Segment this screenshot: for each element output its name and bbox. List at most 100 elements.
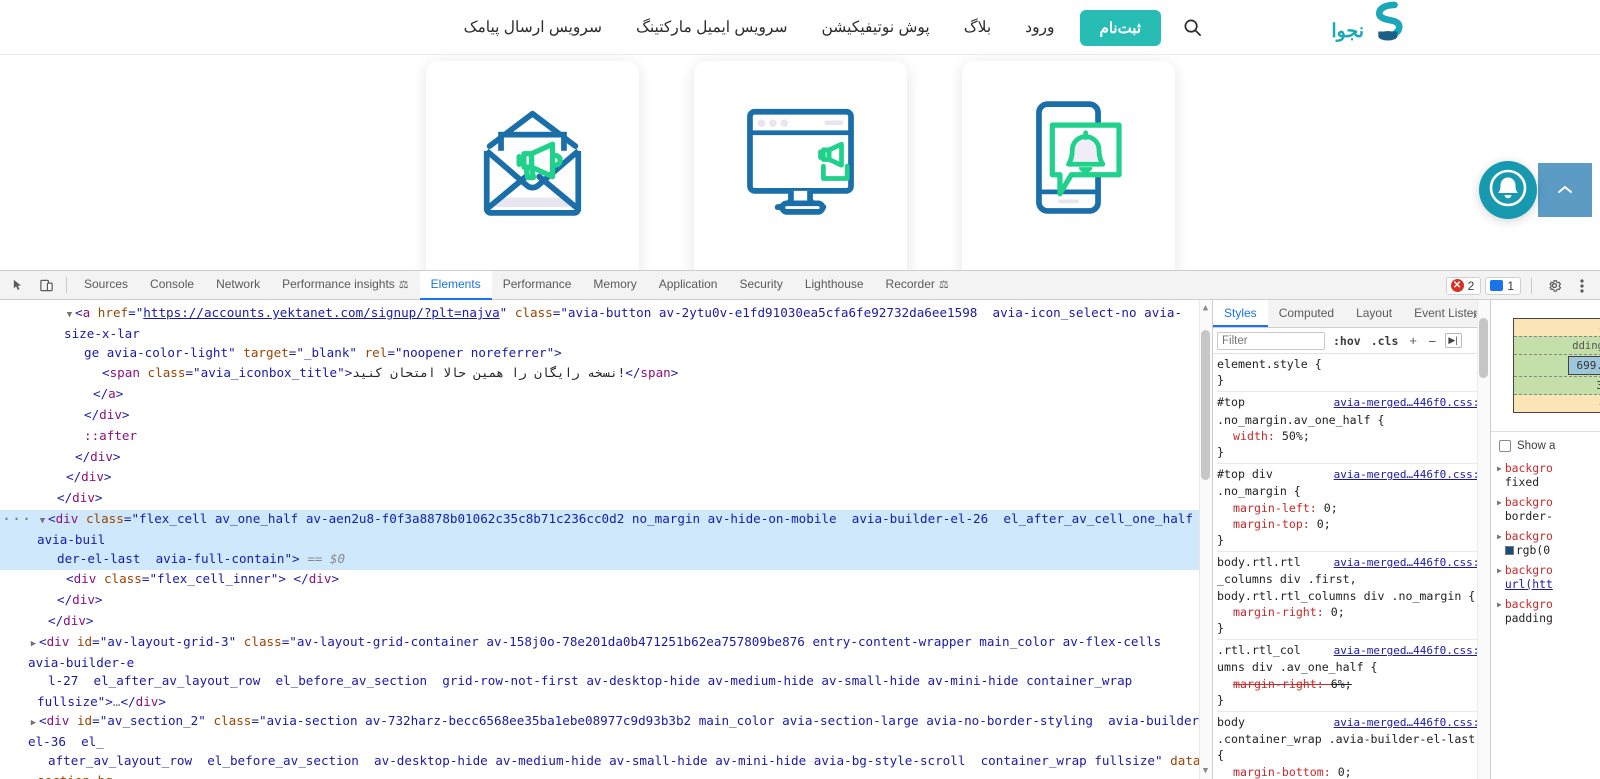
dom-node[interactable]: </div> bbox=[0, 591, 1212, 612]
style-rule-selector[interactable]: body bbox=[1217, 714, 1245, 730]
dom-tree-pane[interactable]: ▼ <a href="https://accounts.yektanet.com/… bbox=[0, 300, 1212, 779]
dom-node[interactable]: <div class="flex_cell_inner"> </div> bbox=[0, 570, 1212, 591]
gear-icon[interactable] bbox=[1542, 274, 1566, 298]
tab-elements[interactable]: Elements bbox=[419, 270, 492, 300]
computed-property[interactable]: ▶ backgro border- bbox=[1491, 492, 1600, 526]
feature-card-mobile-push[interactable] bbox=[961, 61, 1175, 270]
nav-item-push-notification[interactable]: پوش نوتیفیکیشن bbox=[804, 0, 946, 55]
scroll-up-arrow[interactable]: ▲ bbox=[1201, 302, 1210, 314]
plus-icon[interactable]: + bbox=[1406, 333, 1420, 348]
kebab-menu-icon[interactable] bbox=[1570, 274, 1594, 298]
tab-console[interactable]: Console bbox=[139, 271, 205, 300]
tab-network[interactable]: Network bbox=[205, 271, 271, 300]
style-property-name[interactable]: margin-top: bbox=[1233, 517, 1317, 531]
cls-toggle[interactable]: .cls bbox=[1369, 334, 1401, 348]
style-property-name[interactable]: margin-right: bbox=[1233, 605, 1331, 619]
style-rule[interactable]: element.style {} bbox=[1217, 354, 1490, 393]
style-rule[interactable]: body.rtl.rtl avia-merged…446f0.css:1 _colu… bbox=[1217, 552, 1490, 641]
tab-security[interactable]: Security bbox=[728, 271, 793, 300]
color-swatch-icon[interactable] bbox=[1504, 546, 1514, 555]
style-rule-source[interactable]: avia-merged…446f0.css:1 bbox=[1334, 715, 1486, 731]
style-property-value[interactable]: 0; bbox=[1324, 501, 1338, 515]
style-rule-selector[interactable]: .rtl.rtl_col bbox=[1217, 642, 1301, 658]
style-rule[interactable]: #top div avia-merged…446f0.css:1 .no_margi… bbox=[1217, 464, 1490, 553]
tab-performance[interactable]: Performance bbox=[492, 271, 583, 300]
style-declaration[interactable]: margin-top: 0; bbox=[1217, 516, 1490, 532]
dom-node[interactable]: ge avia-color-light" target="_blank" rel… bbox=[0, 344, 1212, 365]
style-property-value[interactable]: 0; bbox=[1338, 765, 1352, 779]
style-declaration[interactable]: margin-right: 0; bbox=[1217, 604, 1490, 620]
dom-node[interactable]: </div> bbox=[0, 468, 1212, 489]
tab-computed[interactable]: Computed bbox=[1268, 300, 1345, 327]
nav-item-email-marketing[interactable]: سرویس ایمیل مارکتینگ bbox=[619, 0, 805, 55]
style-property-value[interactable]: 50%; bbox=[1282, 429, 1310, 443]
twisty-collapsed-icon[interactable]: ▶ bbox=[28, 714, 39, 733]
dom-node[interactable]: </a> bbox=[0, 385, 1212, 406]
style-property-name[interactable]: margin-bottom: bbox=[1233, 765, 1338, 779]
inspect-element-icon[interactable] bbox=[4, 272, 32, 298]
scroll-to-top-button[interactable] bbox=[1538, 163, 1592, 217]
computed-property[interactable]: ▶ backgro url(htt bbox=[1491, 560, 1600, 594]
print-style-icon[interactable]: ⎯ bbox=[1426, 333, 1439, 349]
nav-item-login[interactable]: ورود bbox=[1008, 0, 1071, 55]
notification-bell-button[interactable] bbox=[1479, 161, 1537, 219]
twisty-collapsed-icon[interactable]: ▶ bbox=[1497, 597, 1502, 609]
style-rule[interactable]: .rtl.rtl_col avia-merged…446f0.css:1 umns … bbox=[1217, 640, 1490, 713]
tab-recorder[interactable]: Recorder ⚖ bbox=[875, 271, 960, 300]
tab-application[interactable]: Application bbox=[648, 271, 729, 300]
style-rule-selector[interactable]: #top bbox=[1217, 394, 1245, 410]
site-logo[interactable]: نجوا bbox=[1331, 1, 1404, 48]
style-declaration[interactable]: margin-right: 6%; bbox=[1217, 676, 1490, 692]
style-rule-selector[interactable]: body.rtl.rtl bbox=[1217, 554, 1301, 570]
dom-node-selected[interactable]: der-el-last avia-full-contain"> == $0 bbox=[0, 549, 1212, 571]
dom-node[interactable]: </div> bbox=[0, 612, 1212, 633]
dom-node[interactable]: ▶ <div id="av-layout-grid-3" class="av-la… bbox=[0, 633, 1212, 673]
dom-tree-scrollbar[interactable]: ▲ ▼ bbox=[1199, 300, 1212, 779]
message-count-badge[interactable]: 1 bbox=[1485, 276, 1521, 295]
scroll-down-arrow[interactable]: ▼ bbox=[1201, 765, 1210, 777]
computed-property[interactable]: ▶ backgro padding bbox=[1491, 594, 1600, 628]
dom-node[interactable]: l-27 el_after_av_layout_row el_before_av… bbox=[0, 672, 1212, 712]
style-rule-selector[interactable]: element.style { bbox=[1217, 356, 1322, 372]
styles-scrollbar[interactable] bbox=[1477, 300, 1490, 779]
tab-lighthouse[interactable]: Lighthouse bbox=[794, 271, 875, 300]
twisty-collapsed-icon[interactable]: ▶ bbox=[1497, 495, 1502, 507]
style-property-name[interactable]: width: bbox=[1233, 429, 1282, 443]
style-property-name[interactable]: margin-left: bbox=[1233, 501, 1324, 515]
style-property-value[interactable]: 0; bbox=[1331, 605, 1345, 619]
styles-filter-input[interactable] bbox=[1217, 331, 1325, 350]
tab-styles[interactable]: Styles bbox=[1213, 300, 1268, 327]
dom-node[interactable]: <span class="avia_iconbox_title">نسخه را… bbox=[0, 364, 1212, 385]
dom-node[interactable]: ▶ <div id="av_section_2" class="avia-sect… bbox=[0, 712, 1212, 752]
style-declaration[interactable]: width: 50%; bbox=[1217, 428, 1490, 444]
twisty-collapsed-icon[interactable]: ▶ bbox=[28, 635, 39, 654]
nav-item-sms-service[interactable]: سرویس ارسال پیامک bbox=[447, 0, 619, 55]
device-toolbar-icon[interactable] bbox=[32, 272, 60, 298]
hov-toggle[interactable]: :hov bbox=[1331, 334, 1363, 348]
style-rule-source[interactable]: avia-merged…446f0.css:1 bbox=[1334, 555, 1486, 571]
style-property-value[interactable]: 0; bbox=[1317, 517, 1331, 531]
style-property-name[interactable]: margin-right: bbox=[1233, 677, 1331, 691]
style-declaration[interactable]: margin-left: 0; bbox=[1217, 500, 1490, 516]
search-icon[interactable] bbox=[1177, 13, 1207, 43]
feature-card-web-push[interactable] bbox=[693, 61, 907, 270]
show-all-checkbox-row[interactable]: Show a bbox=[1491, 432, 1600, 458]
feature-card-sms[interactable] bbox=[425, 61, 639, 270]
dom-token-link[interactable]: https://accounts.yektanet.com/signup/?pl… bbox=[143, 305, 499, 320]
tab-performance-insights[interactable]: Performance insights ⚖ bbox=[271, 271, 420, 300]
dom-node[interactable]: </div> bbox=[0, 448, 1212, 469]
dom-node[interactable]: after_av_layout_row el_before_av_section… bbox=[0, 752, 1212, 779]
style-rule-selector[interactable]: #top div bbox=[1217, 466, 1273, 482]
dom-node[interactable]: ▼ <a href="https://accounts.yektanet.com/… bbox=[0, 304, 1212, 344]
style-rule[interactable]: #top avia-merged…446f0.css:1 .no_margin.av… bbox=[1217, 392, 1490, 465]
twisty-collapsed-icon[interactable]: ▶ bbox=[1497, 461, 1502, 473]
twisty-collapsed-icon[interactable]: ▶ bbox=[1497, 563, 1502, 575]
signup-button[interactable]: ثبت‌نام bbox=[1079, 9, 1161, 46]
style-property-value[interactable]: 6%; bbox=[1331, 677, 1352, 691]
show-all-checkbox[interactable] bbox=[1499, 440, 1511, 452]
styles-scroll-thumb[interactable] bbox=[1479, 318, 1488, 378]
error-count-badge[interactable]: ✕ 2 bbox=[1445, 276, 1482, 295]
twisty-expanded-icon[interactable]: ▼ bbox=[64, 306, 75, 325]
twisty-expanded-icon[interactable]: ▼ bbox=[37, 512, 48, 531]
dom-node-selected[interactable]: ▼ <div class="flex_cell av_one_half av-ae… bbox=[0, 509, 1212, 550]
